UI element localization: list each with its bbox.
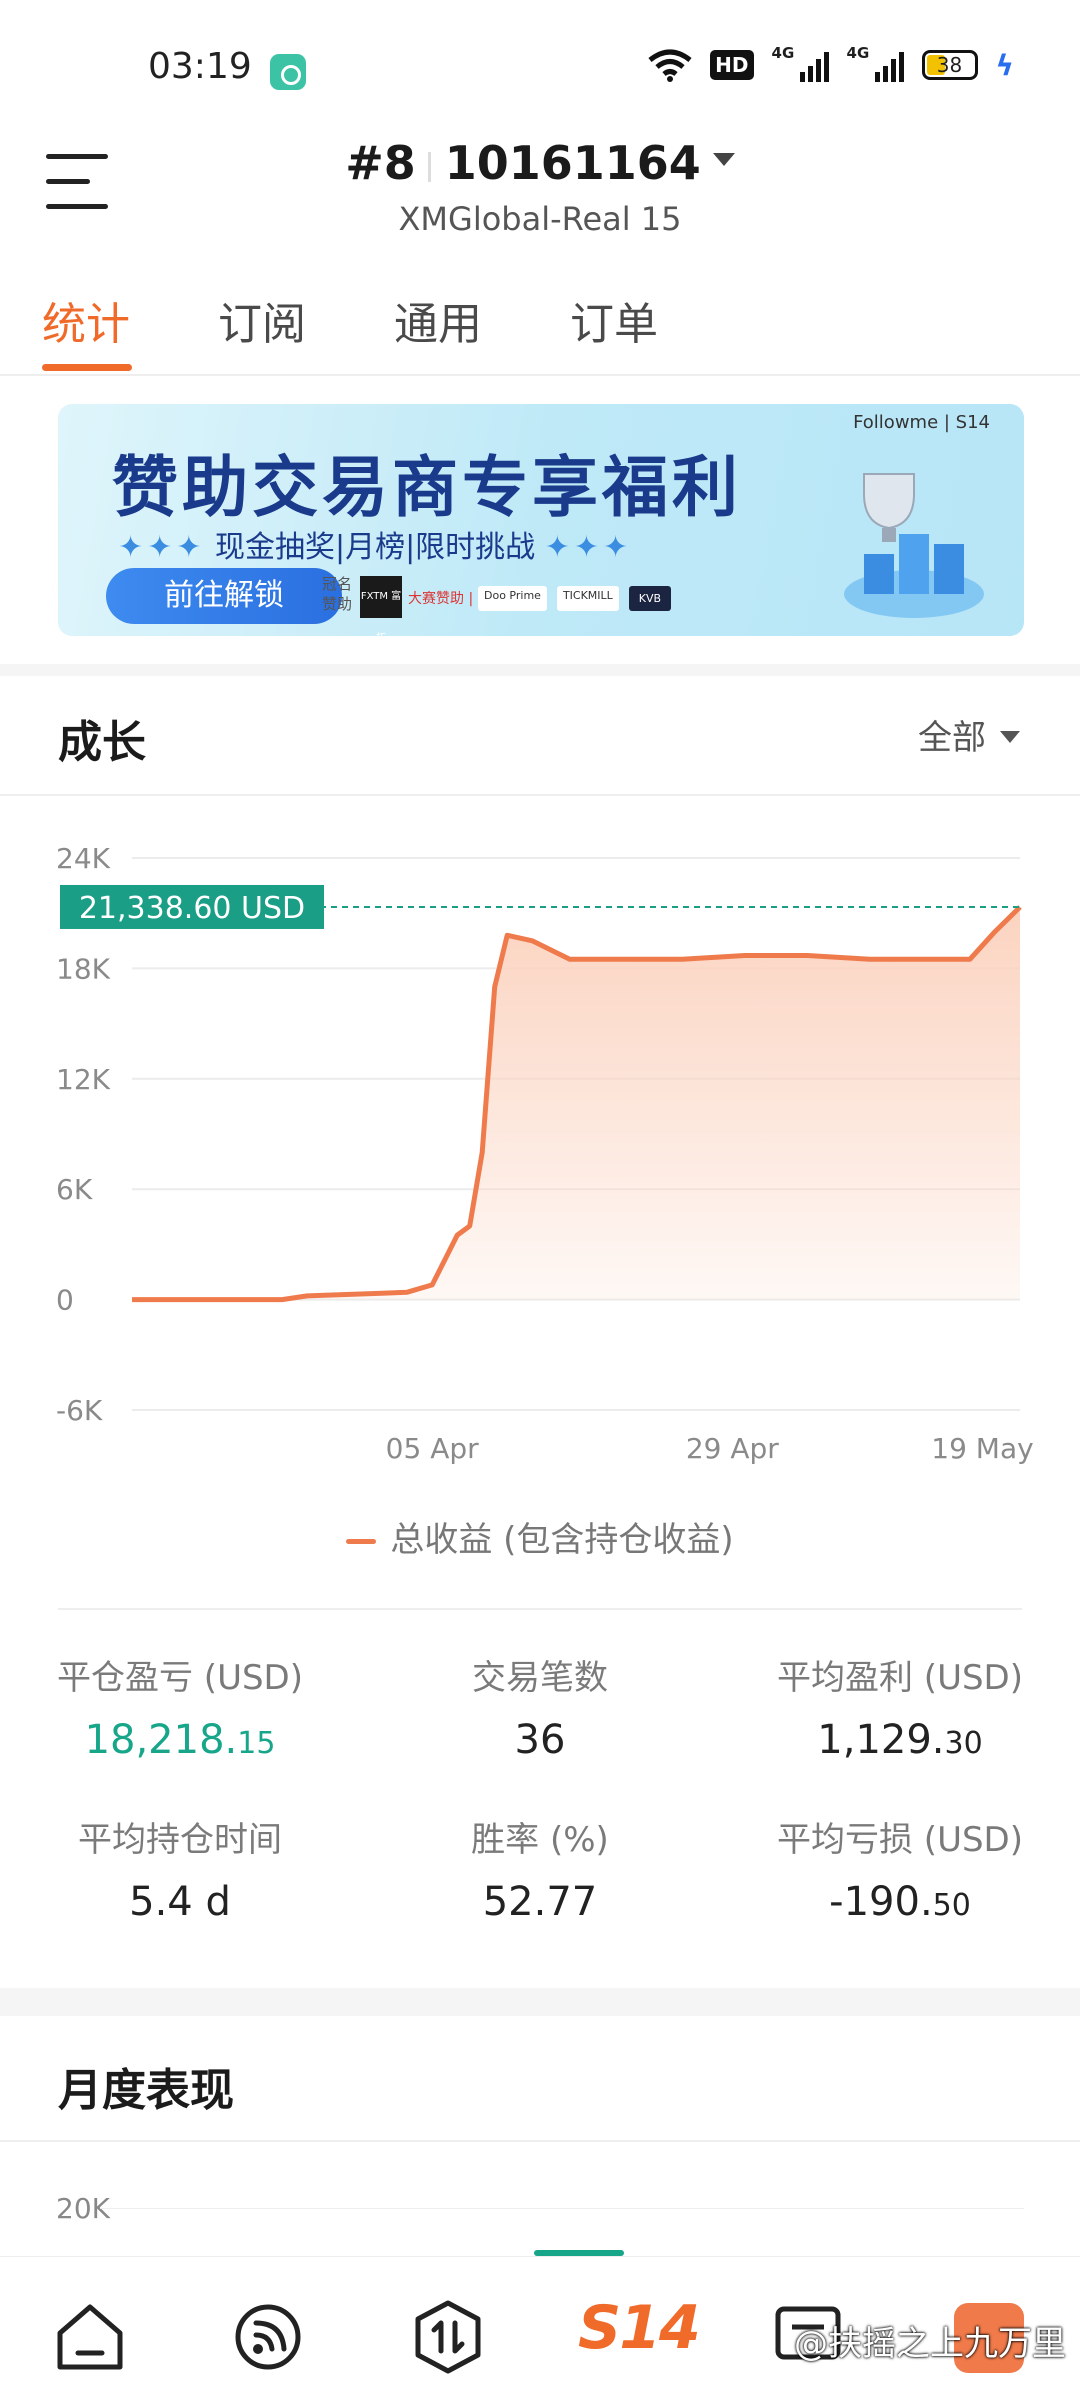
trade-icon[interactable] xyxy=(408,2297,488,2377)
stat-label: 平均盈利 (USD) xyxy=(777,1658,1023,1698)
banner-subtitle-text: 现金抽奖|月榜|限时挑战 xyxy=(214,530,536,565)
y-tick-label: 24K xyxy=(56,842,111,875)
y-tick-label: 0 xyxy=(56,1284,74,1317)
feed-icon[interactable] xyxy=(228,2297,308,2377)
stat-value-int: 1,129. xyxy=(817,1717,945,1763)
status-icons: HD 4G 4G 38 ϟ xyxy=(648,44,1014,82)
stat-label: 交易笔数 xyxy=(472,1658,608,1698)
battery-level: 38 xyxy=(936,53,963,77)
divider xyxy=(58,1608,1022,1610)
followme-brand: Followme | S14 xyxy=(853,412,990,433)
kvb-logo: KVB xyxy=(628,586,672,611)
growth-title: 成长 xyxy=(58,717,146,768)
stat-value: 18,218.15 xyxy=(10,1717,350,1763)
banner-dots-left: ✦✦✦ xyxy=(118,530,206,565)
banner-sponsor-label: 冠名赞助 xyxy=(322,575,353,613)
stat-value-dec: 30 xyxy=(944,1726,983,1761)
status-time: 03:19 xyxy=(148,46,252,87)
legend-swatch xyxy=(346,1539,377,1544)
section-gap xyxy=(0,664,1080,676)
battery-icon: 38 xyxy=(921,50,978,80)
stat-value-int: 5.4 d xyxy=(129,1879,231,1925)
wifi-icon xyxy=(648,49,692,82)
stat-value-int: 52.77 xyxy=(482,1879,598,1925)
tab-bar: 统计 订阅 通用 订单 xyxy=(0,280,1080,376)
stat-value: 36 xyxy=(370,1717,710,1763)
active-tab-indicator xyxy=(42,364,132,371)
monthly-title: 月度表现 xyxy=(58,2065,234,2116)
stat-item: 平仓盈亏 (USD) 18,218.15 xyxy=(10,1650,350,1763)
tickmill-logo: TICKMILL xyxy=(556,586,619,611)
stat-value-int: 18,218. xyxy=(84,1717,238,1763)
stat-value-int: -190. xyxy=(829,1879,933,1925)
stat-item: 平均持仓时间 5.4 d xyxy=(10,1812,350,1925)
stat-value: 1,129.30 xyxy=(730,1717,1070,1763)
y-tick-label: 12K xyxy=(56,1063,111,1096)
hd-voice-icon: HD xyxy=(710,50,754,80)
watermark: @扶摇之上九万里 xyxy=(794,2324,1066,2364)
sponsor-logos: Doo Prime TICKMILL KVB xyxy=(478,586,672,611)
y-tick-label: 18K xyxy=(56,952,111,985)
tab-general[interactable]: 通用 xyxy=(394,288,482,352)
last-value-label: 21,338.60 USD xyxy=(79,891,305,926)
fxtm-logo: FXTM 富拓 xyxy=(360,576,402,636)
chart-legend: 总收益 (包含持仓收益) xyxy=(0,1512,1080,1561)
stat-label: 平仓盈亏 (USD) xyxy=(57,1658,303,1698)
period-filter-label: 全部 xyxy=(918,718,986,758)
divider xyxy=(0,2140,1080,2142)
growth-chart[interactable]: 24K 18K 12K 6K 0 -6K 05 Apr 29 Apr 19 May 21,338.… xyxy=(0,830,1080,1490)
period-filter[interactable]: 全部 xyxy=(918,710,1020,759)
caret-down-icon xyxy=(1000,730,1020,743)
stat-value: 5.4 d xyxy=(10,1879,350,1925)
x-tick-label: 19 May xyxy=(931,1432,1033,1465)
stat-item: 平均盈利 (USD) 1,129.30 xyxy=(730,1650,1070,1763)
x-tick-label: 05 Apr xyxy=(386,1432,479,1465)
status-bar: 03:19 HD 4G 4G 38 ϟ xyxy=(0,0,1080,130)
s14-tab[interactable]: S14 xyxy=(578,2293,701,2363)
divider xyxy=(0,794,1080,796)
doo-prime-logo: Doo Prime xyxy=(478,586,547,611)
stat-value: -190.50 xyxy=(730,1879,1070,1925)
banner-sponsor-text: 大赛赞助 | xyxy=(408,591,474,607)
y-tick-label: 6K xyxy=(56,1173,93,1206)
account-rank: #8 xyxy=(345,136,416,190)
legend-label: 总收益 (包含持仓收益) xyxy=(390,1520,734,1560)
growth-area xyxy=(132,907,1020,1300)
account-selector[interactable]: #8 10161164 xyxy=(0,136,1080,190)
stat-value-int: 36 xyxy=(514,1717,566,1763)
network-type: 4G xyxy=(771,44,795,62)
home-icon[interactable] xyxy=(50,2297,130,2377)
tab-subscribe[interactable]: 订阅 xyxy=(218,288,306,352)
trophy-icon xyxy=(844,473,984,618)
section-gap xyxy=(0,1988,1080,2016)
account-server: XMGlobal-Real 15 xyxy=(398,200,682,238)
stat-value-dec: 15 xyxy=(237,1726,276,1761)
monthly-gridline xyxy=(100,2208,1024,2209)
stat-item: 交易笔数 36 xyxy=(370,1650,710,1763)
banner-title: 赞助交易商专享福利 xyxy=(112,449,742,526)
stat-label: 平均持仓时间 xyxy=(78,1820,282,1860)
account-id: 10161164 xyxy=(444,136,701,190)
promo-banner[interactable]: 赞助交易商专享福利 ✦✦✦ 现金抽奖|月榜|限时挑战 ✦✦✦ 前往解锁 冠名赞助… xyxy=(58,404,1024,636)
stat-value-dec: 50 xyxy=(932,1888,971,1923)
unlock-button[interactable]: 前往解锁 xyxy=(106,568,342,624)
stat-label: 胜率 (%) xyxy=(471,1820,609,1860)
stat-item: 胜率 (%) 52.77 xyxy=(370,1812,710,1925)
tab-statistics[interactable]: 统计 xyxy=(42,288,130,352)
charging-icon: ϟ xyxy=(995,48,1014,82)
tab-orders[interactable]: 订单 xyxy=(570,288,658,352)
caret-down-icon xyxy=(712,153,735,166)
app-notification-icon xyxy=(270,54,306,90)
signal-icon: 4G xyxy=(772,44,829,82)
stat-item: 平均亏损 (USD) -190.50 xyxy=(730,1812,1070,1925)
banner-subtitle: ✦✦✦ 现金抽奖|月榜|限时挑战 ✦✦✦ xyxy=(118,522,632,566)
banner-dots-right: ✦✦✦ xyxy=(544,530,633,565)
y-tick-label: -6K xyxy=(56,1394,103,1427)
stat-value: 52.77 xyxy=(370,1879,710,1925)
network-type-2: 4G xyxy=(846,44,870,62)
stat-label: 平均亏损 (USD) xyxy=(777,1820,1023,1860)
x-tick-label: 29 Apr xyxy=(686,1432,779,1465)
signal-icon-2: 4G xyxy=(847,44,904,82)
